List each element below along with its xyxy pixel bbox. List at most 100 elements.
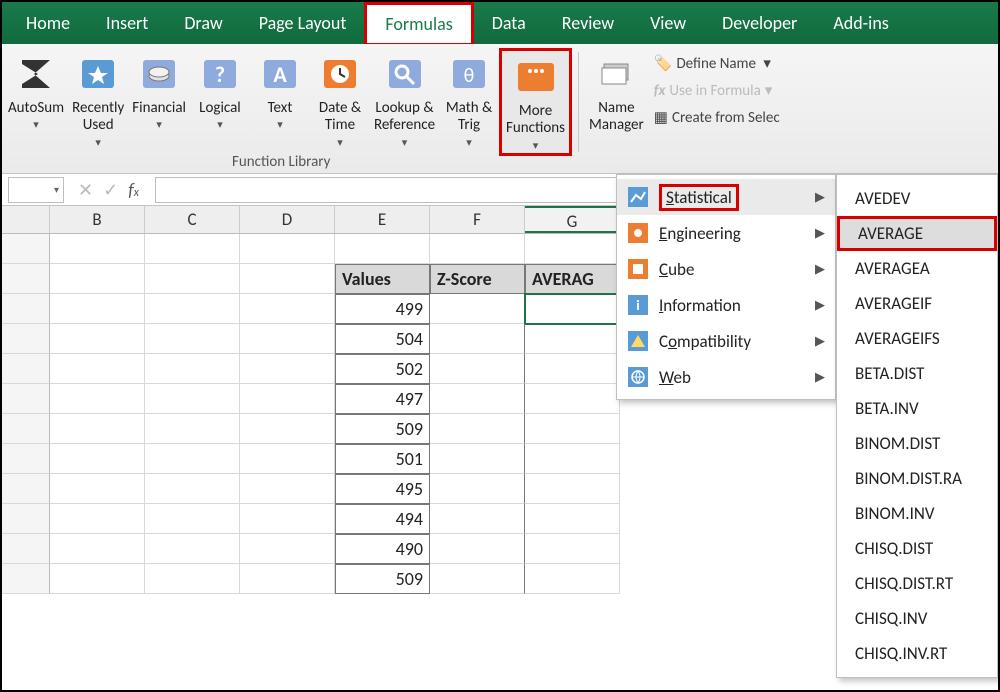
cell[interactable] — [50, 504, 145, 534]
cell[interactable] — [50, 324, 145, 354]
row-hdr[interactable] — [2, 354, 50, 384]
row-hdr[interactable] — [2, 234, 50, 264]
cell[interactable] — [145, 264, 240, 294]
fn-betadist[interactable]: BETA.DIST — [837, 356, 997, 391]
tab-draw[interactable]: Draw — [166, 4, 240, 42]
enter-icon[interactable]: ✓ — [103, 179, 118, 201]
cell[interactable] — [240, 414, 335, 444]
zscore-cell[interactable] — [430, 474, 525, 504]
cell[interactable] — [145, 534, 240, 564]
cell[interactable] — [240, 564, 335, 594]
col-g[interactable]: G — [525, 206, 620, 233]
cell[interactable] — [240, 384, 335, 414]
row-hdr[interactable] — [2, 474, 50, 504]
fn-average[interactable]: AVERAGE — [837, 216, 997, 251]
cell[interactable] — [50, 564, 145, 594]
cell[interactable] — [240, 324, 335, 354]
row-hdr[interactable] — [2, 414, 50, 444]
fn-chisqinvrt[interactable]: CHISQ.INV.RT — [837, 636, 997, 671]
zscore-cell[interactable] — [430, 504, 525, 534]
zscore-cell[interactable] — [430, 354, 525, 384]
cell[interactable] — [145, 324, 240, 354]
tab-view[interactable]: View — [632, 4, 704, 42]
cell[interactable] — [240, 294, 335, 324]
row-hdr[interactable] — [2, 324, 50, 354]
cell[interactable] — [525, 474, 620, 504]
cell[interactable] — [525, 324, 620, 354]
fn-averageif[interactable]: AVERAGEIF — [837, 286, 997, 321]
hdr-average[interactable]: AVERAG — [525, 264, 620, 294]
zscore-cell[interactable] — [430, 324, 525, 354]
col-e[interactable]: E — [335, 206, 430, 233]
zscore-cell[interactable] — [430, 444, 525, 474]
row-hdr[interactable] — [2, 294, 50, 324]
cell[interactable] — [240, 444, 335, 474]
cell[interactable] — [525, 414, 620, 444]
col-f[interactable]: F — [430, 206, 525, 233]
menu-statistical[interactable]: Statistical ▶ — [617, 179, 835, 215]
cell[interactable] — [145, 564, 240, 594]
zscore-cell[interactable] — [430, 414, 525, 444]
row-hdr[interactable] — [2, 504, 50, 534]
cell[interactable] — [50, 534, 145, 564]
fx-icon[interactable]: fx — [128, 179, 139, 201]
cell[interactable] — [145, 294, 240, 324]
hdr-values[interactable]: Values — [335, 264, 430, 294]
cell[interactable] — [50, 234, 145, 264]
tab-review[interactable]: Review — [544, 4, 632, 42]
tab-page-layout[interactable]: Page Layout — [241, 4, 365, 42]
cell[interactable] — [50, 384, 145, 414]
logical-button[interactable]: ? Logical ▾ — [190, 48, 250, 156]
row-hdr[interactable] — [2, 564, 50, 594]
cell[interactable] — [525, 504, 620, 534]
fn-chisqdistrt[interactable]: CHISQ.DIST.RT — [837, 566, 997, 601]
value-cell[interactable]: 504 — [335, 324, 430, 354]
text-button[interactable]: A Text ▾ — [250, 48, 310, 156]
row-hdr[interactable] — [2, 534, 50, 564]
value-cell[interactable]: 502 — [335, 354, 430, 384]
cell[interactable] — [50, 414, 145, 444]
cell[interactable] — [50, 264, 145, 294]
cell[interactable] — [145, 504, 240, 534]
zscore-cell[interactable] — [430, 564, 525, 594]
cell[interactable] — [50, 354, 145, 384]
math-trig-button[interactable]: θ Math & Trig ▾ — [439, 48, 499, 156]
fn-chisqinv[interactable]: CHISQ.INV — [837, 601, 997, 636]
fn-binomdist[interactable]: BINOM.DIST — [837, 426, 997, 461]
use-in-formula-button[interactable]: fx Use in Formula▾ — [654, 81, 780, 100]
cell[interactable] — [240, 534, 335, 564]
value-cell[interactable]: 509 — [335, 414, 430, 444]
value-cell[interactable]: 497 — [335, 384, 430, 414]
tab-developer[interactable]: Developer — [704, 4, 815, 42]
fn-chisqdist[interactable]: CHISQ.DIST — [837, 531, 997, 566]
cell[interactable] — [50, 444, 145, 474]
value-cell[interactable]: 501 — [335, 444, 430, 474]
zscore-cell[interactable] — [430, 534, 525, 564]
cell[interactable] — [335, 234, 430, 264]
cell[interactable] — [240, 354, 335, 384]
menu-cube[interactable]: Cube▶ — [617, 251, 835, 287]
zscore-cell[interactable] — [430, 294, 525, 324]
value-cell[interactable]: 495 — [335, 474, 430, 504]
cell[interactable] — [50, 474, 145, 504]
col-d[interactable]: D — [240, 206, 335, 233]
row-hdr[interactable] — [2, 384, 50, 414]
tab-data[interactable]: Data — [474, 4, 544, 42]
define-name-button[interactable]: 🏷️ Define Name ▾ — [654, 54, 780, 73]
name-manager-button[interactable]: Name Manager — [585, 48, 648, 156]
date-time-button[interactable]: Date & Time ▾ — [310, 48, 370, 156]
tab-formulas[interactable]: Formulas — [364, 2, 473, 46]
menu-web[interactable]: Web▶ — [617, 359, 835, 395]
select-all[interactable] — [2, 206, 50, 233]
hdr-zscore[interactable]: Z-Score — [430, 264, 525, 294]
fn-betainv[interactable]: BETA.INV — [837, 391, 997, 426]
cell[interactable] — [240, 264, 335, 294]
cell[interactable] — [145, 234, 240, 264]
cell[interactable] — [240, 504, 335, 534]
row-hdr[interactable] — [2, 444, 50, 474]
cell[interactable] — [145, 384, 240, 414]
name-box[interactable] — [8, 177, 64, 203]
cell[interactable] — [525, 564, 620, 594]
selected-cell[interactable] — [525, 294, 620, 324]
tab-addins[interactable]: Add-ins — [815, 4, 906, 42]
